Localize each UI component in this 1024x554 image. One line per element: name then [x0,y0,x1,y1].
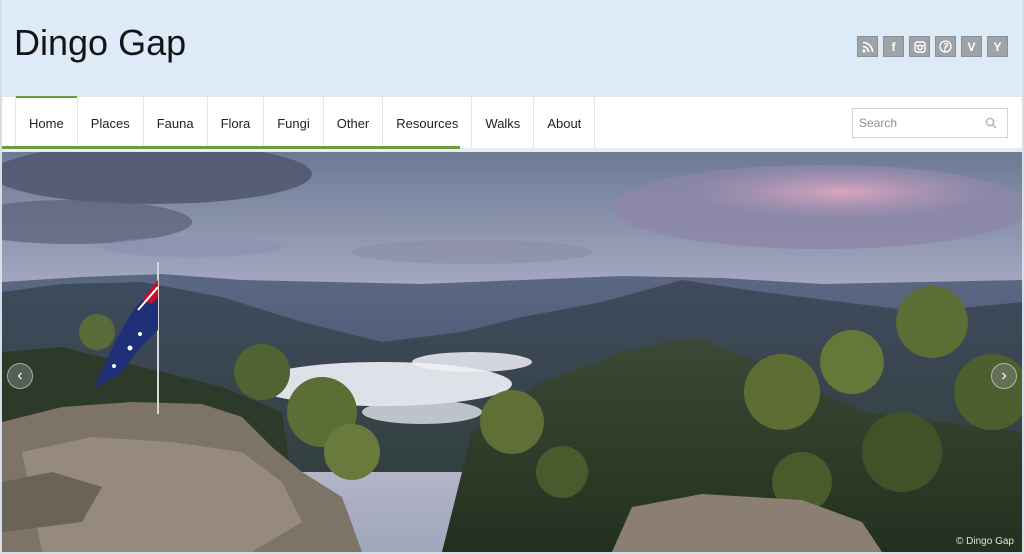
slider-prev-button[interactable]: ‹ [7,363,33,389]
yelp-icon[interactable]: Y [987,36,1008,57]
main-navigation: Home Places Fauna Flora Fungi Other Reso… [2,96,1022,152]
nav-item-fauna[interactable]: Fauna [142,97,207,149]
nav-menu: Home Places Fauna Flora Fungi Other Reso… [15,96,596,149]
nav-item-about[interactable]: About [533,97,596,149]
slider-next-button[interactable]: › [991,363,1017,389]
nav-item-places[interactable]: Places [76,97,143,149]
nav-item-flora[interactable]: Flora [206,97,264,149]
social-links: f V Y [857,36,1008,57]
pinterest-icon[interactable] [935,36,956,57]
nav-item-home[interactable]: Home [15,96,77,149]
nav-item-resources[interactable]: Resources [382,97,471,149]
hero-slider: ‹ › © Dingo Gap [2,152,1022,552]
landscape-photo [2,152,1022,552]
nav-accent-bar [2,146,460,149]
search-icon[interactable] [981,113,1001,133]
site-title[interactable]: Dingo Gap [14,22,186,64]
search-box [852,108,1008,138]
rss-icon[interactable] [857,36,878,57]
nav-item-fungi[interactable]: Fungi [263,97,323,149]
search-input[interactable] [853,110,981,136]
facebook-icon[interactable]: f [883,36,904,57]
nav-item-walks[interactable]: Walks [471,97,533,149]
site-header: Dingo Gap f V Y [2,0,1022,96]
photo-credit: © Dingo Gap [956,536,1014,547]
nav-item-other[interactable]: Other [322,97,383,149]
vimeo-icon[interactable]: V [961,36,982,57]
instagram-icon[interactable] [909,36,930,57]
